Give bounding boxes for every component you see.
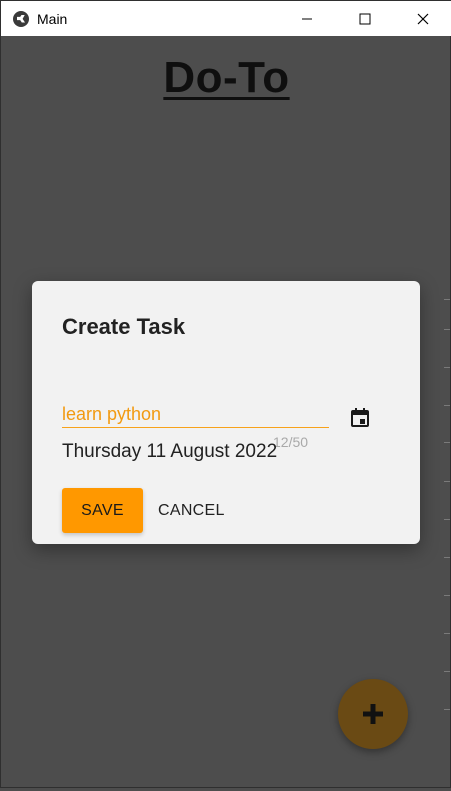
app-window: Main Do-To Create Task learn python 12/5… (0, 0, 451, 788)
create-task-dialog: Create Task 12/50 Thursday 11 August 202… (32, 281, 420, 544)
app-title: Do-To (163, 53, 290, 102)
maximize-button[interactable] (336, 1, 394, 36)
save-button[interactable]: SAVE (62, 488, 143, 533)
close-icon (417, 13, 429, 24)
window-controls (278, 1, 451, 36)
minimize-icon (302, 18, 312, 19)
task-title-input[interactable] (62, 401, 329, 428)
plus-icon (363, 704, 383, 724)
app-logo-icon (13, 10, 29, 27)
cancel-button[interactable]: CANCEL (152, 488, 224, 533)
calendar-icon (351, 408, 369, 427)
close-button[interactable] (394, 1, 451, 36)
background-edge-lines (444, 271, 450, 791)
dialog-title: Create Task (62, 314, 186, 339)
add-task-button[interactable] (338, 679, 408, 749)
window-title: Main (37, 10, 68, 27)
selected-date: Thursday 11 August 2022 (62, 441, 278, 462)
minimize-button[interactable] (278, 1, 336, 36)
title-bar: Main (1, 1, 451, 36)
maximize-icon (359, 13, 371, 24)
date-picker-button[interactable] (346, 404, 374, 432)
character-counter: 12/50 (273, 434, 309, 450)
